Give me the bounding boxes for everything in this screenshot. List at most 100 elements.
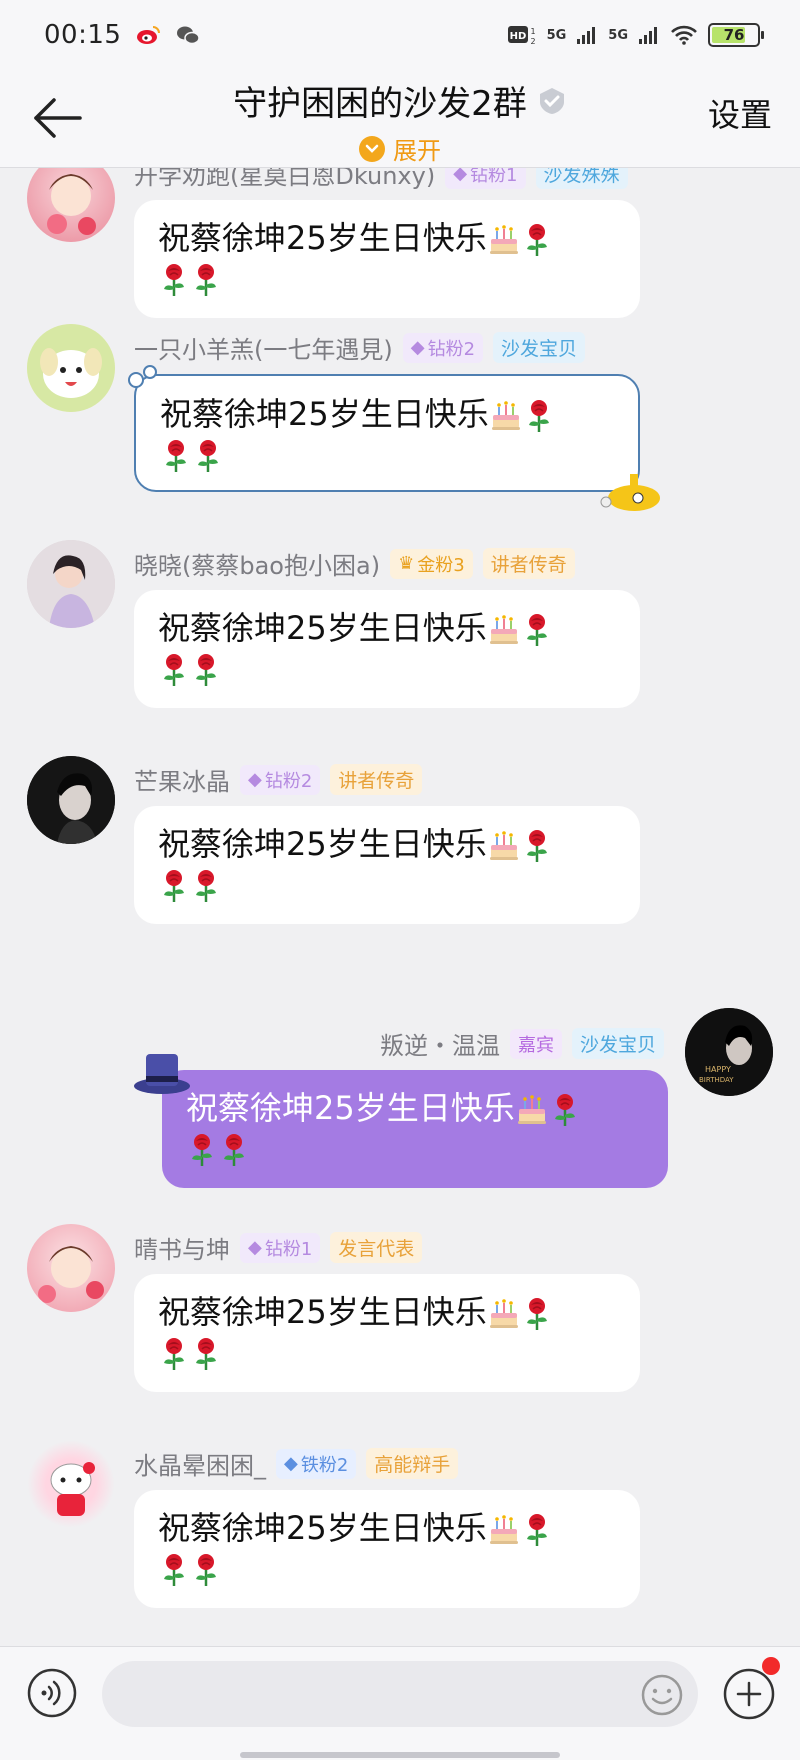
battery-text: 76 bbox=[723, 26, 745, 44]
home-indicator[interactable] bbox=[240, 1752, 560, 1758]
diamond-icon: ◆ bbox=[410, 337, 425, 358]
sender-line: 叛逆・温温 嘉宾 沙发宝贝 bbox=[380, 1026, 664, 1061]
voice-input-icon[interactable] bbox=[26, 1667, 78, 1719]
fan-badge: ♛ 金粉3 bbox=[390, 548, 473, 579]
user-avatar[interactable] bbox=[27, 168, 115, 242]
title-tag: 讲者传奇 bbox=[330, 764, 423, 795]
rose-icon bbox=[190, 869, 222, 903]
fan-badge: ◆ 钻粉1 bbox=[445, 168, 526, 189]
rose-icon bbox=[218, 1133, 250, 1167]
wifi-icon bbox=[671, 25, 697, 45]
status-right: HD 1 2 5G 5G 76 bbox=[507, 23, 764, 47]
fan-badge: ◆ 钻粉1 bbox=[240, 1232, 321, 1263]
battery-icon: 76 bbox=[708, 23, 764, 47]
sender-name[interactable]: 芒果冰晶 bbox=[134, 762, 230, 797]
notification-dot bbox=[762, 1657, 780, 1675]
rose-icon bbox=[158, 653, 190, 687]
message-text: 祝蔡徐坤25岁生日快乐 bbox=[158, 825, 487, 863]
signal-icon bbox=[577, 27, 596, 44]
fan-badge-label: 钻粉2 bbox=[264, 770, 313, 792]
user-avatar[interactable] bbox=[27, 1440, 115, 1528]
sender-line: 晴书与坤 ◆ 钻粉1 发言代表 bbox=[134, 1230, 423, 1265]
fan-badge: ◆ 钻粉2 bbox=[240, 764, 321, 795]
sender-name[interactable]: 晴书与坤 bbox=[134, 1230, 230, 1265]
sender-name[interactable]: 一只小羊羔(一七年遇見) bbox=[134, 330, 393, 365]
message-text: 祝蔡徐坤25岁生日快乐 bbox=[158, 219, 487, 257]
input-bar bbox=[0, 1646, 800, 1760]
diamond-icon: ◆ bbox=[284, 1453, 298, 1474]
user-avatar[interactable] bbox=[27, 324, 115, 412]
sender-line: 水晶晕困困_ ◆ 铁粉2 高能辩手 bbox=[134, 1446, 459, 1481]
rose-icon bbox=[521, 613, 553, 647]
fan-badge-label: 钻粉2 bbox=[427, 338, 476, 360]
fan-badge-label: 金粉3 bbox=[417, 554, 465, 576]
sender-name[interactable]: 水晶晕困困_ bbox=[134, 1446, 266, 1481]
message-input[interactable] bbox=[102, 1661, 698, 1727]
title-tag: 沙发宝贝 bbox=[493, 332, 586, 363]
message-list[interactable]: 开学劝跑(星莫白恩Dkunxy) ◆ 钻粉1 沙发殊殊 祝蔡徐坤25岁生日快乐 一… bbox=[0, 168, 800, 1646]
rose-icon bbox=[549, 1093, 581, 1127]
sender-line: 晓晓(蔡蔡bao抱小困a) ♛ 金粉3 讲者传奇 bbox=[134, 546, 575, 581]
signal-icon-2 bbox=[639, 27, 657, 44]
user-avatar[interactable]: HAPPY BIRTHDAY bbox=[685, 1008, 773, 1096]
sender-name[interactable]: 叛逆・温温 bbox=[380, 1026, 500, 1061]
birthday-cake-icon bbox=[489, 399, 523, 433]
page-title: 守护困困的沙发2群 bbox=[233, 84, 527, 124]
birthday-cake-icon bbox=[487, 829, 521, 863]
user-avatar[interactable] bbox=[27, 540, 115, 628]
expand-button[interactable]: 展开 bbox=[0, 131, 800, 166]
rose-icon bbox=[158, 263, 190, 297]
crown-icon: ♛ bbox=[398, 553, 415, 574]
rose-icon bbox=[158, 1337, 190, 1371]
rose-icon bbox=[158, 1553, 190, 1587]
status-bar: 00:15 HD 1 2 5G 5G 76 bbox=[0, 0, 800, 70]
sender-name[interactable]: 开学劝跑(星莫白恩Dkunxy) bbox=[134, 168, 435, 191]
sender-line: 一只小羊羔(一七年遇見) ◆ 钻粉2 沙发宝贝 bbox=[134, 330, 586, 365]
svg-text:HAPPY: HAPPY bbox=[705, 1065, 731, 1074]
svg-text:BIRTHDAY: BIRTHDAY bbox=[699, 1076, 734, 1084]
fan-badge: ◆ 铁粉2 bbox=[276, 1448, 357, 1479]
rose-icon bbox=[521, 223, 553, 257]
message-bubble[interactable]: 祝蔡徐坤25岁生日快乐 bbox=[134, 374, 640, 492]
message-bubble[interactable]: 祝蔡徐坤25岁生日快乐 bbox=[134, 200, 640, 318]
rose-icon bbox=[523, 399, 555, 433]
plus-icon[interactable] bbox=[722, 1667, 776, 1721]
diamond-icon: ◆ bbox=[453, 168, 468, 184]
chevron-down-icon bbox=[359, 135, 385, 162]
message-text: 祝蔡徐坤25岁生日快乐 bbox=[158, 1293, 487, 1331]
message-bubble[interactable]: 祝蔡徐坤25岁生日快乐 bbox=[134, 1274, 640, 1392]
emoji-icon[interactable] bbox=[640, 1673, 684, 1717]
svg-text:HD: HD bbox=[509, 31, 526, 42]
user-avatar[interactable] bbox=[27, 756, 115, 844]
fan-badge: ◆ 钻粉2 bbox=[402, 332, 484, 363]
birthday-cake-icon bbox=[515, 1093, 549, 1127]
fan-badge-label: 钻粉1 bbox=[264, 1238, 313, 1260]
diamond-icon: ◆ bbox=[248, 769, 262, 790]
message-bubble[interactable]: 祝蔡徐坤25岁生日快乐 bbox=[162, 1070, 668, 1188]
rose-icon bbox=[190, 1553, 222, 1587]
rose-icon bbox=[521, 829, 553, 863]
sender-name[interactable]: 晓晓(蔡蔡bao抱小困a) bbox=[134, 546, 380, 581]
guest-badge: 嘉宾 bbox=[509, 1028, 562, 1059]
birthday-cake-icon bbox=[487, 1297, 521, 1331]
title-block: 守护困困的沙发2群 展开 bbox=[0, 76, 800, 166]
status-left: 00:15 bbox=[44, 20, 201, 50]
birthday-cake-icon bbox=[487, 223, 521, 257]
bubble-bubbles-icon bbox=[128, 365, 157, 388]
fan-badge-label: 钻粉1 bbox=[470, 168, 518, 186]
message-text: 祝蔡徐坤25岁生日快乐 bbox=[158, 609, 487, 647]
svg-text:2: 2 bbox=[530, 37, 535, 46]
message-bubble[interactable]: 祝蔡徐坤25岁生日快乐 bbox=[134, 1490, 640, 1608]
title-tag: 沙发殊殊 bbox=[535, 168, 628, 189]
rose-icon bbox=[186, 1133, 218, 1167]
message-text: 祝蔡徐坤25岁生日快乐 bbox=[158, 1509, 487, 1547]
message-bubble[interactable]: 祝蔡徐坤25岁生日快乐 bbox=[134, 806, 640, 924]
title-tag: 讲者传奇 bbox=[482, 548, 575, 579]
message-bubble[interactable]: 祝蔡徐坤25岁生日快乐 bbox=[134, 590, 640, 708]
rose-icon bbox=[190, 653, 222, 687]
svg-text:1: 1 bbox=[530, 27, 535, 36]
settings-button[interactable]: 设置 bbox=[708, 90, 772, 136]
rose-icon bbox=[521, 1297, 553, 1331]
title-tag: 高能辩手 bbox=[366, 1448, 459, 1479]
user-avatar[interactable] bbox=[27, 1224, 115, 1312]
